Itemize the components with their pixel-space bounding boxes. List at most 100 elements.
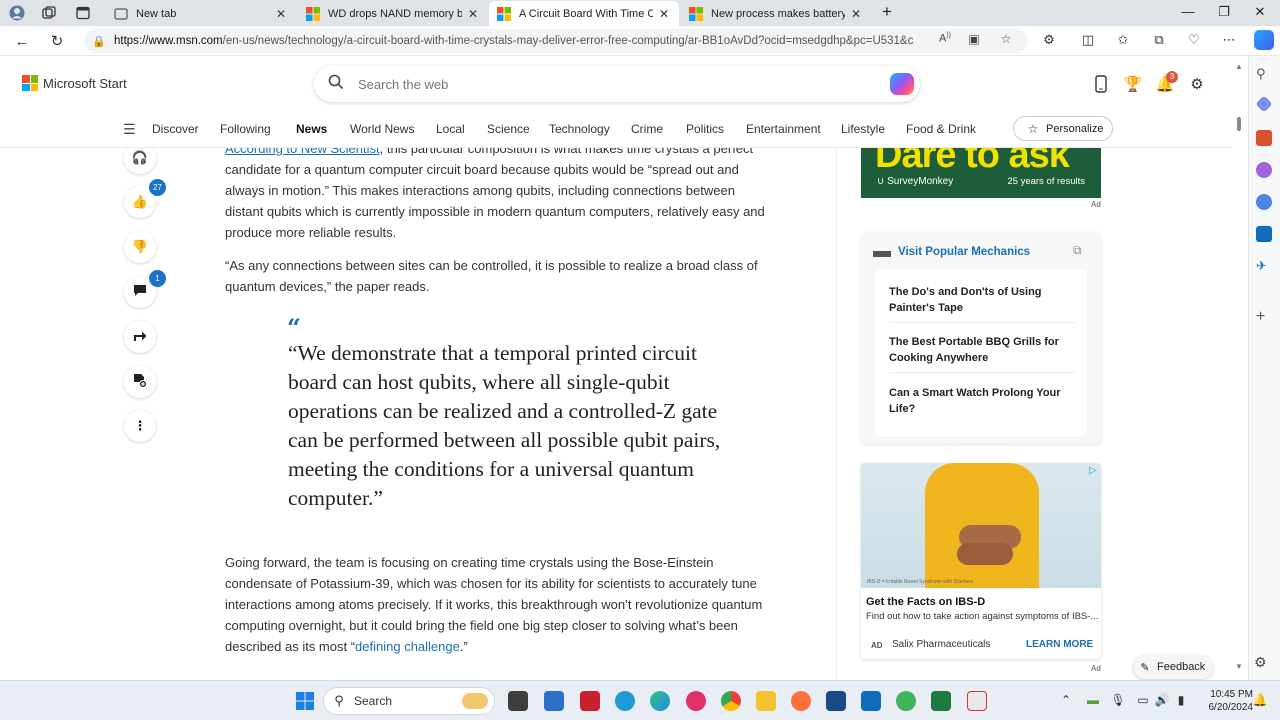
sidebar-add-icon[interactable]: + (1256, 308, 1272, 325)
pm-article-link[interactable]: The Best Portable BBQ Grills for Cooking… (889, 334, 1075, 366)
feedback-button[interactable]: ✎ Feedback (1133, 655, 1213, 679)
new-tab-button[interactable]: + (877, 2, 897, 22)
copilot-sidebar-icon[interactable] (1254, 30, 1274, 50)
surveymonkey-ad[interactable]: Dare to ask ∪ SurveyMonkey 25 years of r… (861, 148, 1101, 198)
sidebar-outlook-icon[interactable] (1256, 226, 1272, 242)
settings-gear-icon[interactable]: ⚙ (1187, 75, 1207, 93)
share-button[interactable] (124, 321, 156, 353)
new-scientist-link[interactable]: According to New Scientist (225, 148, 380, 156)
recorder-icon[interactable] (686, 691, 706, 711)
snipping-tool-icon[interactable] (967, 691, 987, 711)
sidebar-tools-icon[interactable] (1256, 130, 1272, 146)
nav-politics[interactable]: Politics (686, 122, 724, 136)
external-link-icon[interactable]: ⧉ (1073, 243, 1082, 258)
sidebar-office-icon[interactable] (1256, 194, 1272, 210)
app-available-icon[interactable]: ▣ (965, 32, 983, 46)
tab-close-icon[interactable]: ✕ (657, 7, 671, 21)
scroll-down-arrow-icon[interactable]: ▼ (1234, 662, 1244, 671)
split-screen-icon[interactable]: ◫ (1078, 32, 1098, 48)
pm-card-title[interactable]: Visit Popular Mechanics (898, 246, 1030, 258)
more-options-button[interactable]: ⋮ (124, 410, 156, 442)
page-scrollbar[interactable]: ▲ ▼ (1232, 56, 1246, 680)
vertical-tabs-icon[interactable] (75, 5, 91, 21)
favorites-icon[interactable]: ✩ (1113, 32, 1133, 48)
microsoft-store-icon[interactable] (544, 691, 564, 711)
extensions-icon[interactable]: ⚙ (1039, 32, 1059, 48)
file-explorer-icon[interactable] (756, 691, 776, 711)
chrome-icon[interactable] (721, 691, 741, 711)
nav-local[interactable]: Local (436, 122, 465, 136)
acrobat-icon[interactable] (580, 691, 600, 711)
scroll-up-arrow-icon[interactable]: ▲ (1234, 62, 1244, 71)
rewards-trophy-icon[interactable]: 🏆 (1123, 75, 1143, 93)
chat-app-icon[interactable] (896, 691, 916, 711)
tab-new-tab[interactable]: New tab ✕ (106, 1, 296, 26)
microsoft-start-logo[interactable]: Microsoft Start (22, 75, 127, 91)
nav-food-drink[interactable]: Food & Drink (906, 122, 976, 136)
sidebar-settings-icon[interactable]: ⚙ (1254, 654, 1267, 671)
network-icon[interactable]: ▭ (1135, 693, 1151, 707)
search-box[interactable] (314, 66, 920, 102)
profile-avatar-icon[interactable] (9, 5, 25, 21)
scroll-thumb[interactable] (1237, 117, 1241, 131)
dislike-button[interactable]: 👎 (124, 231, 156, 263)
sidebar-search-icon[interactable]: ⚲ (1256, 66, 1272, 82)
nav-technology[interactable]: Technology (549, 122, 610, 136)
mobile-app-icon[interactable] (1091, 75, 1111, 93)
nav-news[interactable]: News (296, 122, 327, 136)
tab-close-icon[interactable]: ✕ (849, 7, 863, 21)
search-input[interactable] (358, 76, 878, 92)
tray-app-icon[interactable]: ▬ (1085, 693, 1101, 707)
minimize-button[interactable]: — (1178, 4, 1198, 19)
defining-challenge-link[interactable]: defining challenge (355, 639, 460, 654)
collections-icon[interactable]: ⧉ (1149, 32, 1169, 48)
nav-crime[interactable]: Crime (631, 122, 663, 136)
pm-article-link[interactable]: The Do's and Don'ts of Using Painter's T… (889, 284, 1075, 316)
read-aloud-icon[interactable]: A)) (936, 32, 954, 45)
outlook-icon[interactable] (861, 691, 881, 711)
nav-science[interactable]: Science (487, 122, 530, 136)
taskbar-search[interactable]: ⚲ Search (323, 687, 495, 715)
learn-more-button[interactable]: LEARN MORE (1026, 639, 1093, 650)
favorite-star-icon[interactable]: ☆ (997, 32, 1015, 46)
close-window-button[interactable]: ✕ (1250, 4, 1270, 20)
excel-icon[interactable] (931, 691, 951, 711)
hamburger-menu-icon[interactable]: ☰ (123, 121, 136, 138)
battery-icon[interactable]: ▮ (1173, 693, 1189, 707)
refresh-button[interactable]: ↻ (47, 32, 67, 52)
listen-button[interactable]: 🎧 (124, 148, 156, 174)
tab-circuit-board[interactable]: A Circuit Board With Time Crysta ✕ (489, 1, 679, 26)
restore-button[interactable]: ❐ (1214, 4, 1234, 20)
sidebar-telegram-icon[interactable]: ✈ (1256, 258, 1272, 274)
nav-discover[interactable]: Discover (152, 122, 199, 136)
nav-lifestyle[interactable]: Lifestyle (841, 122, 885, 136)
tab-battery-process[interactable]: New process makes battery prod ✕ (681, 1, 871, 26)
nav-entertainment[interactable]: Entertainment (746, 122, 821, 136)
ibs-d-ad[interactable]: IBS-D = Irritable Bowel Syndrome with Di… (861, 463, 1101, 659)
tab-close-icon[interactable]: ✕ (466, 7, 480, 21)
show-hidden-icons-chevron-icon[interactable]: ⌃ (1058, 693, 1074, 707)
url-field[interactable]: 🔒 https://www.msn.com/en-us/news/technol… (84, 29, 1028, 53)
tab-close-icon[interactable]: ✕ (274, 7, 288, 21)
add-to-collection-button[interactable] (124, 366, 156, 398)
app-icon[interactable] (615, 691, 635, 711)
tab-wd-drops-nand[interactable]: WD drops NAND memory bomb ✕ (298, 1, 488, 26)
firefox-icon[interactable] (791, 691, 811, 711)
task-view-icon[interactable] (508, 691, 528, 711)
lock-icon[interactable]: 🔒 (84, 35, 114, 48)
personalize-button[interactable]: ☆ Personalize (1013, 116, 1113, 141)
taskbar-clock[interactable]: 10:45 PM 6/20/2024 (1193, 688, 1254, 714)
volume-icon[interactable]: 🔊 (1154, 693, 1170, 707)
copilot-icon[interactable] (890, 73, 914, 95)
sidebar-games-icon[interactable] (1256, 162, 1272, 178)
workspaces-icon[interactable] (41, 5, 57, 21)
calendar-app-icon[interactable] (826, 691, 846, 711)
nav-world-news[interactable]: World News (350, 122, 414, 136)
pm-article-link[interactable]: Can a Smart Watch Prolong Your Life? (889, 385, 1075, 417)
browser-essentials-icon[interactable]: ♡ (1184, 32, 1204, 48)
notifications-icon[interactable]: 🔔 (1252, 693, 1268, 707)
sidebar-shopping-tag-icon[interactable] (1255, 95, 1273, 113)
back-button[interactable]: ← (12, 32, 32, 52)
edge-browser-icon[interactable] (650, 691, 670, 711)
nav-following[interactable]: Following (220, 122, 271, 136)
